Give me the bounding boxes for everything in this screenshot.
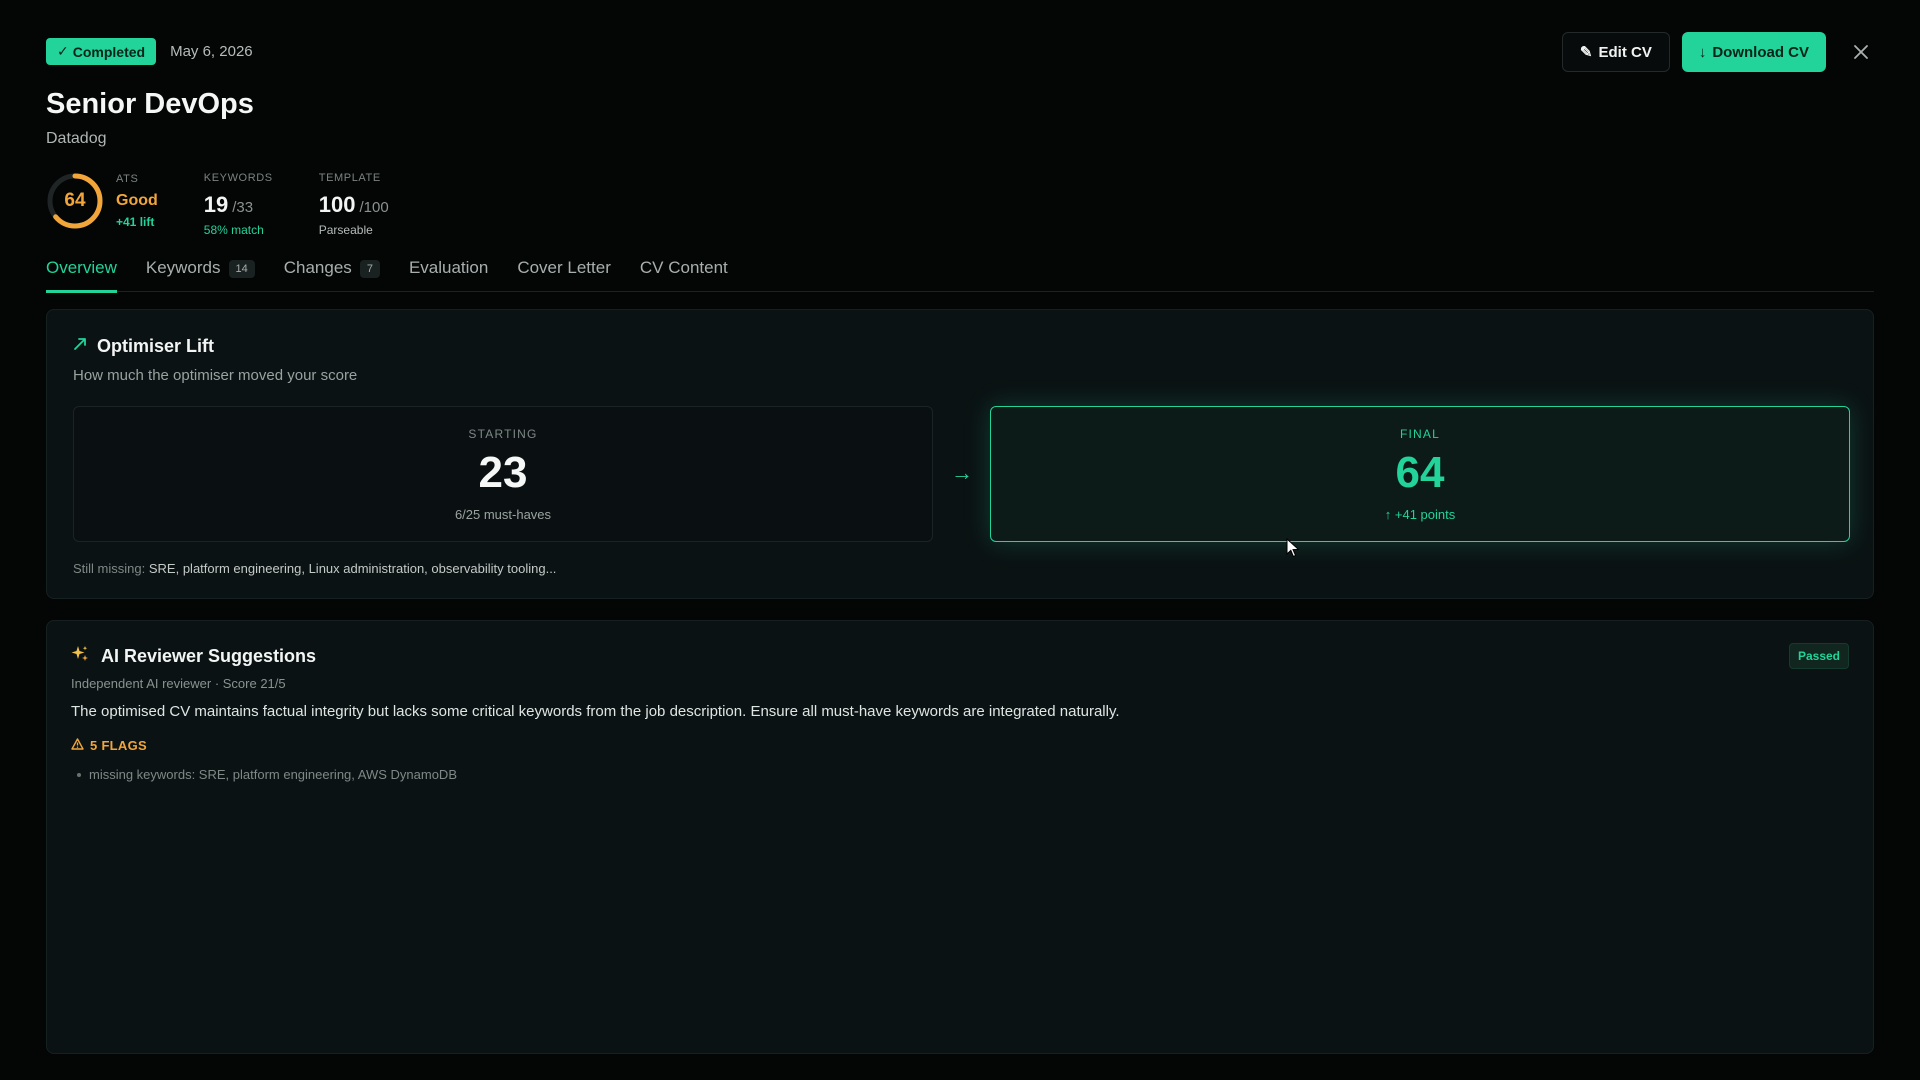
flags-header[interactable]: 5 FLAGS [71, 738, 147, 753]
template-status: Parseable [318, 223, 373, 237]
final-score: 64 [1395, 447, 1445, 497]
ats-score-ring: 64 [46, 172, 104, 230]
tab-keywords[interactable]: Keywords 14 [146, 258, 255, 292]
list-item: missing keywords: SRE, platform engineer… [77, 767, 457, 782]
edit-cv-label: Edit CV [1598, 43, 1652, 61]
tab-label: Overview [46, 258, 117, 277]
starting-label: STARTING [468, 426, 538, 441]
status-badge-label: Completed [72, 43, 146, 60]
header-actions: ✎ Edit CV ↓ Download CV [1561, 32, 1874, 72]
starting-score-box: STARTING 23 6/25 must-haves [73, 406, 933, 542]
warning-triangle-icon [71, 738, 84, 753]
stats-row: 64 ATS Good +41 lift KEYWORDS 19 /33 58%… [46, 172, 389, 237]
sparkles-icon [71, 645, 89, 668]
cv-result-page: ✓ Completed May 6, 2026 ✎ Edit CV ↓ Down… [0, 0, 1920, 1080]
final-points-gain: ↑ +41 points [1384, 506, 1456, 522]
still-missing-keywords: Still missing: SRE, platform engineering… [73, 561, 556, 576]
tab-evaluation[interactable]: Evaluation [409, 258, 488, 292]
keywords-total: /33 [232, 199, 254, 216]
company-name: Datadog [46, 130, 107, 147]
tab-count: 14 [228, 260, 255, 278]
keywords-label: KEYWORDS [203, 172, 273, 184]
download-arrow-icon: ↓ [1698, 43, 1707, 61]
lift-card-title: Optimiser Lift [97, 336, 215, 356]
page-title: Senior DevOps [46, 88, 254, 120]
pencil-icon: ✎ [1579, 44, 1593, 61]
flags-count: 5 FLAGS [90, 738, 147, 753]
date: May 6, 2026 [170, 43, 253, 60]
ats-lift: +41 lift [116, 215, 155, 229]
starting-must-haves: 6/25 must-haves [454, 506, 552, 522]
template-total: /100 [359, 199, 389, 216]
tab-label: Keywords [145, 258, 221, 277]
tab-cover-letter[interactable]: Cover Letter [517, 258, 611, 292]
tab-count: 7 [359, 260, 380, 278]
ats-rating: Good [116, 192, 158, 209]
tab-bar: Overview Keywords 14 Changes 7 Evaluatio… [46, 258, 1874, 293]
ats-score: 64 [64, 190, 86, 211]
ai-card-header: AI Reviewer Suggestions [71, 645, 316, 668]
arrow-right-icon: → [951, 460, 973, 485]
tab-cv-content[interactable]: CV Content [640, 258, 728, 292]
optimiser-lift-card: Optimiser Lift How much the optimiser mo… [46, 309, 1874, 599]
download-cv-button[interactable]: ↓ Download CV [1681, 32, 1826, 72]
tab-overview[interactable]: Overview [46, 258, 117, 293]
ai-review-summary: The optimised CV maintains factual integ… [71, 703, 1120, 720]
tab-label: Cover Letter [517, 258, 611, 277]
tab-label: Changes [283, 258, 352, 277]
template-value: 100 [318, 192, 356, 217]
mouse-cursor-icon [1286, 537, 1300, 563]
close-icon[interactable] [1848, 39, 1874, 65]
still-missing-label: Still missing: [73, 561, 146, 576]
lift-card-description: How much the optimiser moved your score [73, 367, 358, 384]
bullet-icon [77, 772, 81, 777]
download-cv-label: Download CV [1712, 43, 1809, 61]
starting-score: 23 [478, 447, 528, 497]
status-row: ✓ Completed May 6, 2026 [46, 38, 253, 65]
final-label: FINAL [1399, 426, 1440, 441]
status-badge: Passed [1788, 643, 1849, 669]
ai-reviewer-card: AI Reviewer Suggestions Passed Independe… [46, 620, 1874, 1054]
ats-stat: 64 ATS Good +41 lift [46, 172, 158, 230]
template-label: TEMPLATE [318, 172, 381, 184]
ai-card-title: AI Reviewer Suggestions [101, 646, 317, 666]
keywords-value: 19 [203, 192, 229, 217]
check-icon: ✓ [57, 43, 69, 59]
lift-card-header: Optimiser Lift [73, 336, 214, 357]
keywords-match: 58% match [203, 223, 264, 237]
tab-changes[interactable]: Changes 7 [284, 258, 380, 292]
final-score-box: FINAL 64 ↑ +41 points [990, 406, 1850, 542]
flag-text: missing keywords: SRE, platform engineer… [89, 767, 457, 782]
tab-label: Evaluation [408, 258, 489, 277]
still-missing-values: SRE, platform engineering, Linux adminis… [148, 561, 557, 576]
template-stat: TEMPLATE 100 /100 Parseable [319, 172, 389, 237]
trend-up-icon [73, 337, 87, 356]
ai-reviewer-meta: Independent AI reviewer · Score 21/5 [71, 676, 286, 691]
keywords-stat: KEYWORDS 19 /33 58% match [204, 172, 273, 237]
ats-label: ATS [116, 173, 139, 185]
status-badge: ✓ Completed [46, 38, 157, 65]
edit-cv-button[interactable]: ✎ Edit CV [1561, 32, 1670, 72]
tab-label: CV Content [639, 258, 728, 277]
